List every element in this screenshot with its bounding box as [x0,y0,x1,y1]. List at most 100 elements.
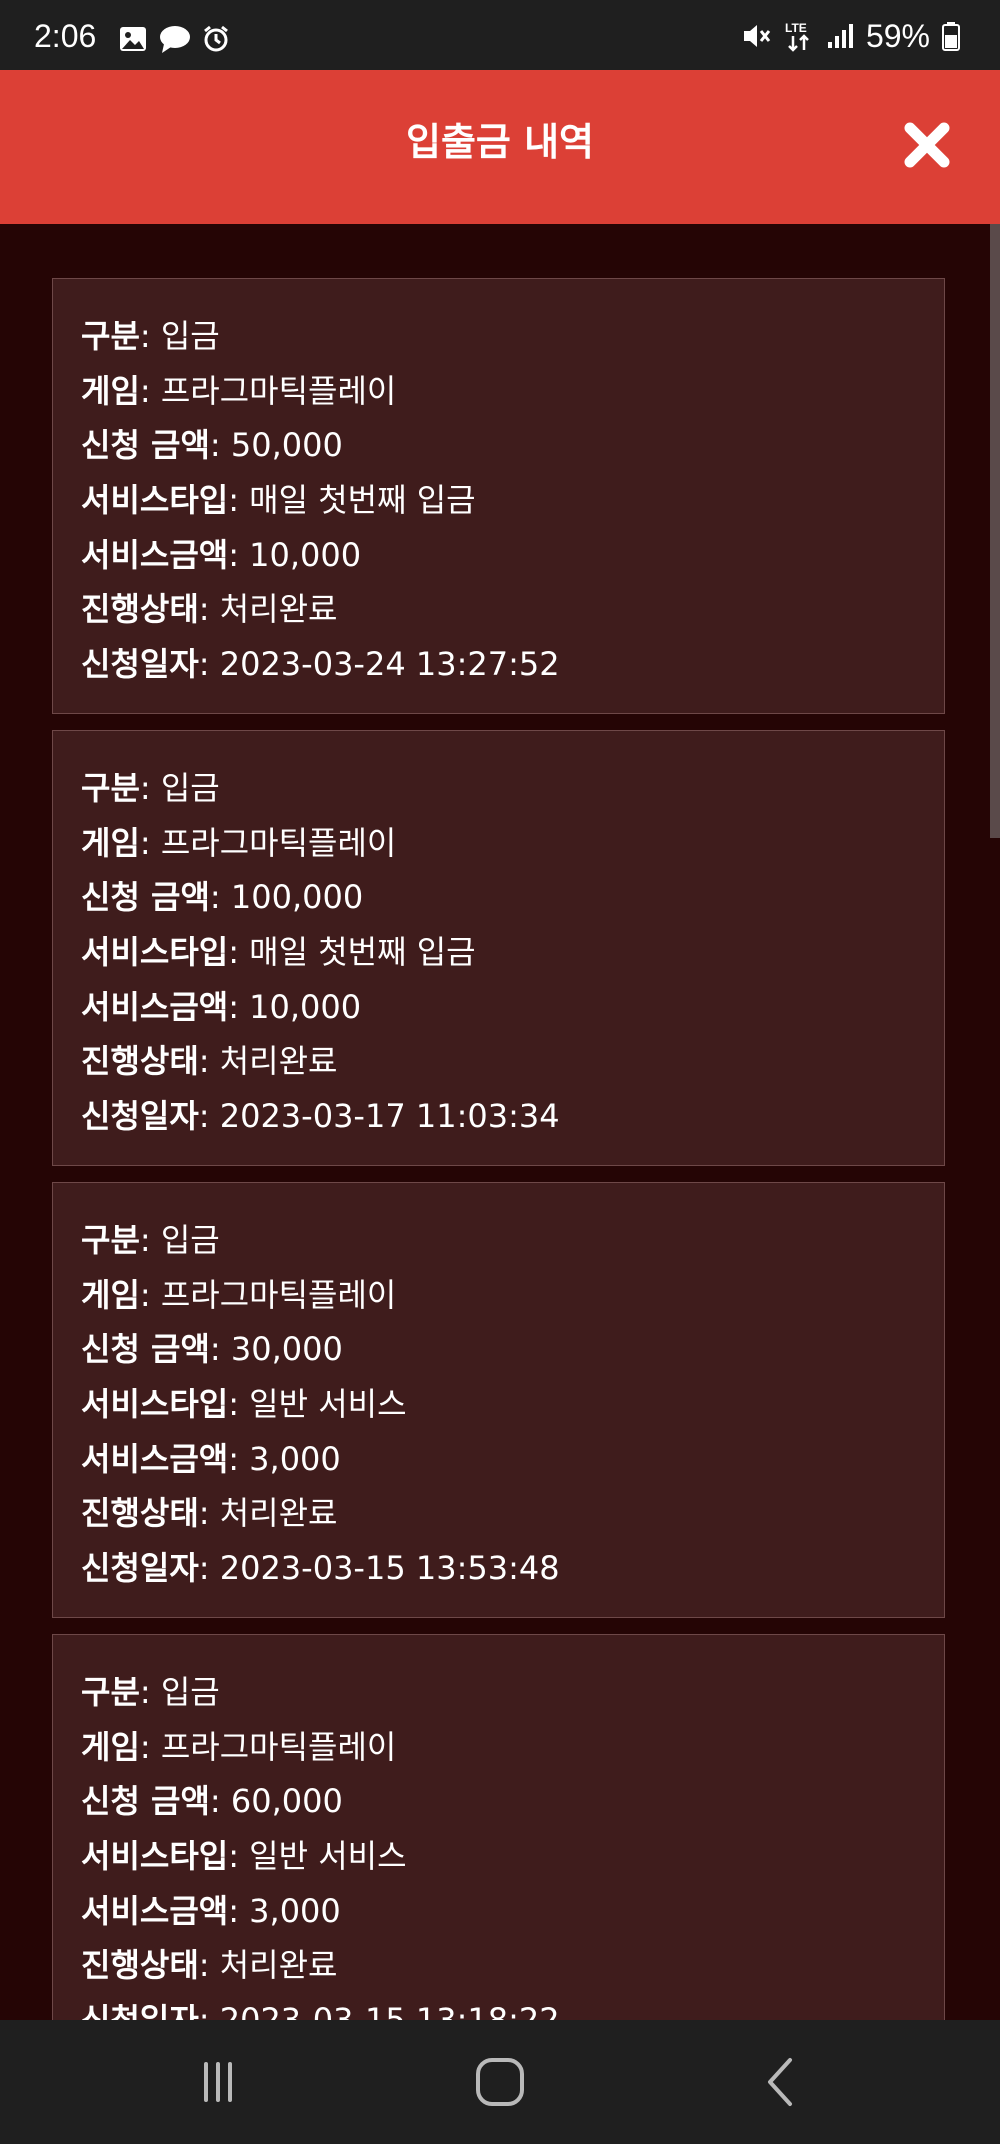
recents-button[interactable] [186,2050,250,2114]
row-service-amount: 서비스금액: 10,000 [81,535,362,574]
page-title: 입출금 내역 [405,120,595,164]
label-game: 게임 [81,1275,140,1314]
label-status: 진행상태 [81,1042,199,1081]
value-service-type: 매일 첫번째 입금 [249,481,476,520]
value-date: 2023-03-15 13:18:22 [220,2001,560,2020]
label-status: 진행상태 [81,1494,199,1533]
value-status: 처리완료 [219,1042,338,1081]
value-amount: 100,000 [230,878,364,917]
row-service-amount: 서비스금액: 3,000 [81,1891,341,1930]
row-date: 신청일자: 2023-03-17 11:03:34 [81,1097,560,1136]
row-amount: 신청 금액: 60,000 [81,1782,343,1821]
row-status: 진행상태: 처리완료 [81,590,338,629]
row-game: 게임: 프라그마틱플레이 [81,823,397,862]
value-status: 처리완료 [219,1494,338,1533]
back-icon [768,2058,792,2106]
svg-text:LTE: LTE [785,21,807,35]
recents-icon [204,2062,232,2102]
close-icon [904,122,950,168]
value-game: 프라그마틱플레이 [160,823,397,862]
value-game: 프라그마틱플레이 [160,1727,397,1766]
label-date: 신청일자 [81,1097,199,1136]
label-date: 신청일자 [81,645,199,684]
label-status: 진행상태 [81,1946,199,1985]
row-status: 진행상태: 처리완료 [81,1494,338,1533]
value-game: 프라그마틱플레이 [160,1275,397,1314]
value-service-type: 매일 첫번째 입금 [249,933,476,972]
transaction-card: 구분: 입금 게임: 프라그마틱플레이 신청 금액: 60,000 서비스타입:… [52,1634,945,2020]
label-type: 구분 [81,769,140,807]
label-game: 게임 [81,1727,140,1766]
row-game: 게임: 프라그마틱플레이 [81,371,397,410]
row-date: 신청일자: 2023-03-15 13:18:22 [81,1993,560,2020]
label-service-type: 서비스타입 [81,481,229,520]
row-service-type: 서비스타입: 일반 서비스 [81,1837,407,1876]
row-type: 구분: 입금 [81,1673,220,1711]
label-service-type: 서비스타입 [81,1837,229,1876]
label-type: 구분 [81,1673,140,1711]
value-amount: 30,000 [230,1330,343,1369]
app-header: 입출금 내역 [0,70,1000,224]
row-status: 진행상태: 처리완료 [81,1946,338,1985]
transaction-card: 구분: 입금 게임: 프라그마틱플레이 신청 금액: 50,000 서비스타입:… [52,278,945,714]
battery-icon [942,22,960,51]
value-game: 프라그마틱플레이 [160,371,397,410]
home-button[interactable] [468,2050,532,2114]
row-service-type: 서비스타입: 매일 첫번째 입금 [81,481,476,520]
row-date: 신청일자: 2023-03-24 13:27:52 [81,645,560,684]
home-icon [476,2058,524,2106]
status-time: 2:06 [34,18,97,54]
value-service-type: 일반 서비스 [249,1385,407,1424]
label-service-amount: 서비스금액 [81,535,229,574]
battery-percent: 59% [865,18,930,54]
value-type: 입금 [160,1221,220,1259]
row-type: 구분: 입금 [81,769,220,807]
row-amount: 신청 금액: 50,000 [81,426,343,465]
row-service-amount: 서비스금액: 10,000 [81,987,362,1026]
row-type: 구분: 입금 [81,317,220,355]
label-amount: 신청 금액 [81,1330,210,1369]
close-button[interactable] [902,120,952,170]
row-service-type: 서비스타입: 일반 서비스 [81,1385,407,1424]
transaction-card: 구분: 입금 게임: 프라그마틱플레이 신청 금액: 100,000 서비스타입… [52,730,945,1166]
row-game: 게임: 프라그마틱플레이 [81,1727,397,1766]
mute-icon [743,25,771,47]
value-service-amount: 3,000 [249,1891,341,1930]
navigation-bar [0,2020,1000,2144]
label-amount: 신청 금액 [81,1782,210,1821]
signal-icon [827,24,853,48]
lte-icon: LTE [785,21,809,52]
scrollbar-thumb[interactable] [990,224,1000,838]
value-service-type: 일반 서비스 [249,1837,407,1876]
row-service-type: 서비스타입: 매일 첫번째 입금 [81,933,476,972]
value-type: 입금 [160,1673,220,1711]
value-service-amount: 3,000 [249,1439,341,1478]
label-date: 신청일자 [81,1549,199,1588]
row-game: 게임: 프라그마틱플레이 [81,1275,397,1314]
label-game: 게임 [81,371,140,410]
value-type: 입금 [160,769,220,807]
value-date: 2023-03-24 13:27:52 [219,645,560,684]
label-type: 구분 [81,317,140,355]
value-amount: 50,000 [230,426,343,465]
row-amount: 신청 금액: 30,000 [81,1330,343,1369]
value-date: 2023-03-17 11:03:34 [219,1097,560,1136]
notification-icons [118,24,230,54]
row-amount: 신청 금액: 100,000 [81,878,364,917]
row-status: 진행상태: 처리완료 [81,1042,338,1081]
label-service-type: 서비스타입 [81,933,229,972]
value-status: 처리완료 [219,1946,338,1985]
transaction-list[interactable]: 구분: 입금 게임: 프라그마틱플레이 신청 금액: 50,000 서비스타입:… [0,224,990,2020]
value-service-amount: 10,000 [249,535,362,574]
row-type: 구분: 입금 [81,1221,220,1259]
value-type: 입금 [160,317,220,355]
alarm-icon [204,25,228,52]
value-date: 2023-03-15 13:53:48 [219,1549,560,1588]
value-service-amount: 10,000 [249,987,362,1026]
transaction-card: 구분: 입금 게임: 프라그마틱플레이 신청 금액: 30,000 서비스타입:… [52,1182,945,1618]
row-date: 신청일자: 2023-03-15 13:53:48 [81,1549,560,1588]
label-type: 구분 [81,1221,140,1259]
label-service-amount: 서비스금액 [81,1439,229,1478]
label-amount: 신청 금액 [81,426,210,465]
back-button[interactable] [748,2050,812,2114]
